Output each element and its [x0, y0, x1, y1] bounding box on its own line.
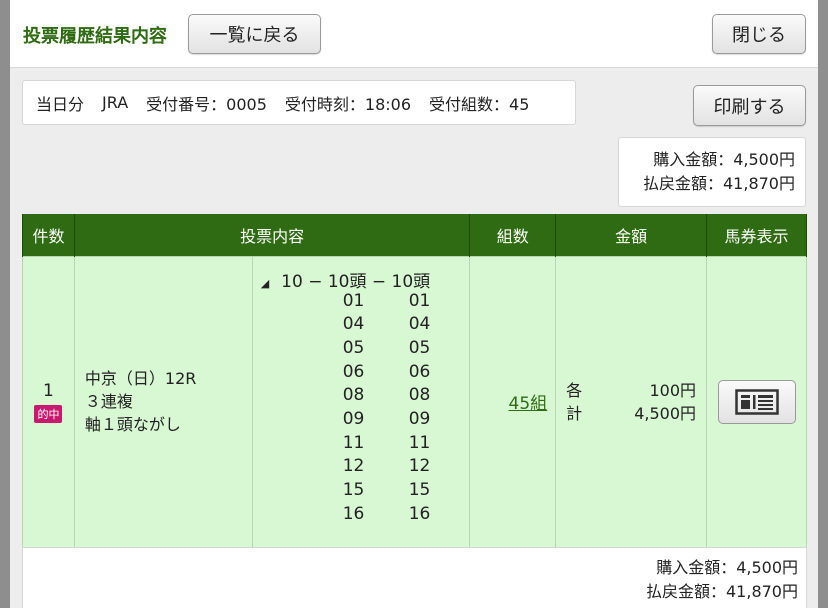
header-ticket: 馬券表示 [706, 214, 807, 256]
combo-number: 16 [408, 503, 431, 524]
table-header-row: 件数 投票内容 組数 金額 馬券表示 [22, 214, 807, 256]
combo-number: 05 [342, 337, 365, 358]
ticket-cell [706, 255, 807, 548]
combo-number: 01 [342, 290, 365, 311]
total-amount: 4,500円 [634, 403, 697, 423]
sets-link[interactable]: 45組 [509, 394, 548, 414]
combo-number: 08 [342, 385, 365, 406]
payout-amount: 払戻金額：41,870円 [643, 174, 795, 193]
modal-header: 投票履歴結果内容 一覧に戻る 閉じる [10, 0, 818, 68]
bet-type: ３連複 [84, 392, 133, 411]
combo-number: 01 [408, 290, 431, 311]
combo-axis: 10 − 10頭 − 10頭 [281, 271, 431, 292]
receipt-time: 受付時刻：18:06 [284, 94, 412, 114]
combo-number: 11 [408, 432, 431, 453]
race-cell: 中京（日）12R ３連複 軸１頭ながし [73, 255, 253, 548]
combo-number: 16 [342, 503, 365, 524]
sets-cell: 45組 [469, 255, 557, 548]
each-label: 各 [566, 380, 583, 400]
close-button[interactable]: 閉じる [712, 14, 806, 54]
footer-summary: 購入金額：4,500円 払戻金額：41,870円 [22, 547, 807, 608]
combo-number: 15 [342, 480, 365, 501]
race-name: 中京（日）12R [84, 369, 197, 388]
header-count: 件数 [22, 214, 75, 256]
summary-box: 購入金額：4,500円 払戻金額：41,870円 [618, 137, 806, 207]
combo-cell: ◢ 10 − 10頭 − 10頭 01 04 05 06 08 09 11 12 … [251, 255, 471, 548]
combo-number: 04 [342, 314, 365, 335]
combo-column-2: 01 04 05 06 08 09 11 12 15 16 [409, 290, 431, 527]
footer-purchase-amount: 購入金額：4,500円 [656, 558, 798, 577]
combo-number: 08 [408, 385, 431, 406]
ticket-icon [734, 388, 779, 415]
collapse-triangle-icon[interactable]: ◢ [261, 277, 269, 290]
combo-column-1: 01 04 05 06 08 09 11 12 15 16 [343, 290, 365, 527]
combo-number: 12 [342, 456, 365, 477]
result-modal: 投票履歴結果内容 一覧に戻る 閉じる 当日分 JRA 受付番号：0005 受付時… [10, 0, 818, 608]
receipt-info: 当日分 JRA 受付番号：0005 受付時刻：18:06 受付組数：45 [22, 80, 576, 125]
receipt-sets: 受付組数：45 [429, 94, 530, 114]
amount-cell: 各 100円 計 4,500円 [555, 255, 708, 548]
combo-number: 09 [342, 409, 365, 430]
footer-payout-amount: 払戻金額：41,870円 [646, 582, 798, 601]
header-sets: 組数 [469, 214, 557, 256]
show-ticket-button[interactable] [717, 379, 796, 424]
header-amount: 金額 [555, 214, 708, 256]
print-button[interactable]: 印刷する [693, 85, 806, 126]
combo-header[interactable]: ◢ 10 − 10頭 − 10頭 [261, 267, 430, 292]
day-label: 当日分 [36, 94, 85, 114]
org-label: JRA [102, 93, 129, 112]
combo-number: 06 [342, 361, 365, 382]
combo-number: 05 [408, 337, 431, 358]
bet-method: 軸１頭ながし [84, 415, 181, 434]
receipt-number: 受付番号：0005 [146, 94, 267, 114]
hit-badge: 的中 [34, 404, 63, 423]
combo-number: 15 [408, 480, 431, 501]
combo-number: 12 [408, 456, 431, 477]
table-row: 1 的中 中京（日）12R ３連複 軸１頭ながし ◢ 10 − 10頭 − 10頭 [22, 255, 807, 548]
purchase-amount: 購入金額：4,500円 [653, 150, 795, 169]
bets-table: 件数 投票内容 組数 金額 馬券表示 1 的中 中京（日）12R ３連複 軸１頭… [22, 214, 807, 548]
combo-number: 09 [408, 409, 431, 430]
combo-number: 06 [408, 361, 431, 382]
combo-number: 04 [408, 314, 431, 335]
page-title: 投票履歴結果内容 [23, 26, 167, 47]
total-label: 計 [566, 403, 583, 423]
each-amount: 100円 [649, 380, 697, 400]
back-to-list-button[interactable]: 一覧に戻る [188, 14, 321, 54]
combo-number: 11 [342, 432, 365, 453]
header-content: 投票内容 [73, 214, 471, 256]
count-value: 1 [43, 380, 54, 401]
count-cell: 1 的中 [22, 255, 75, 548]
